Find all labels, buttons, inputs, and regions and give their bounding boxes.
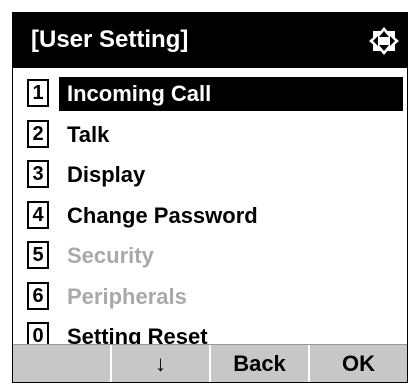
page-title: [User Setting] <box>31 26 189 53</box>
menu-item-talk[interactable]: 2 Talk <box>23 114 403 155</box>
menu-item-number: 5 <box>27 241 49 269</box>
menu-item-label: Security <box>67 243 154 268</box>
title-bar: [User Setting] <box>13 13 407 68</box>
phone-display: [User Setting] 1 Incoming Call 2 Talk 3 … <box>12 12 408 383</box>
menu-item-peripherals: 6 Peripherals <box>23 276 403 317</box>
soft-key-back[interactable]: Back <box>209 345 308 382</box>
menu-item-label: Incoming Call <box>59 77 403 111</box>
menu-item-number: 3 <box>27 160 49 188</box>
menu-item-number: 6 <box>27 281 49 310</box>
soft-key-ok[interactable]: OK <box>308 345 407 382</box>
menu-item-label: Display <box>67 162 146 187</box>
menu-item-change-password[interactable]: 4 Change Password <box>23 195 403 236</box>
menu-item-incoming-call[interactable]: 1 Incoming Call <box>23 73 403 114</box>
menu-item-number: 2 <box>27 119 49 148</box>
menu-list: 1 Incoming Call 2 Talk 3 Display 4 Chang… <box>23 73 403 357</box>
menu-item-number: 4 <box>27 200 49 229</box>
menu-item-label: Talk <box>67 121 110 147</box>
menu-item-label: Change Password <box>67 202 258 228</box>
menu-item-security: 5 Security <box>23 235 403 276</box>
navigation-arrows-icon <box>369 27 399 55</box>
soft-key-bar: ↓ Back OK <box>13 344 407 382</box>
soft-key-1[interactable] <box>13 345 110 382</box>
menu-item-number: 1 <box>27 79 49 107</box>
soft-key-down-arrow[interactable]: ↓ <box>110 345 209 382</box>
menu-item-display[interactable]: 3 Display <box>23 154 403 195</box>
menu-item-label: Peripherals <box>67 283 187 309</box>
